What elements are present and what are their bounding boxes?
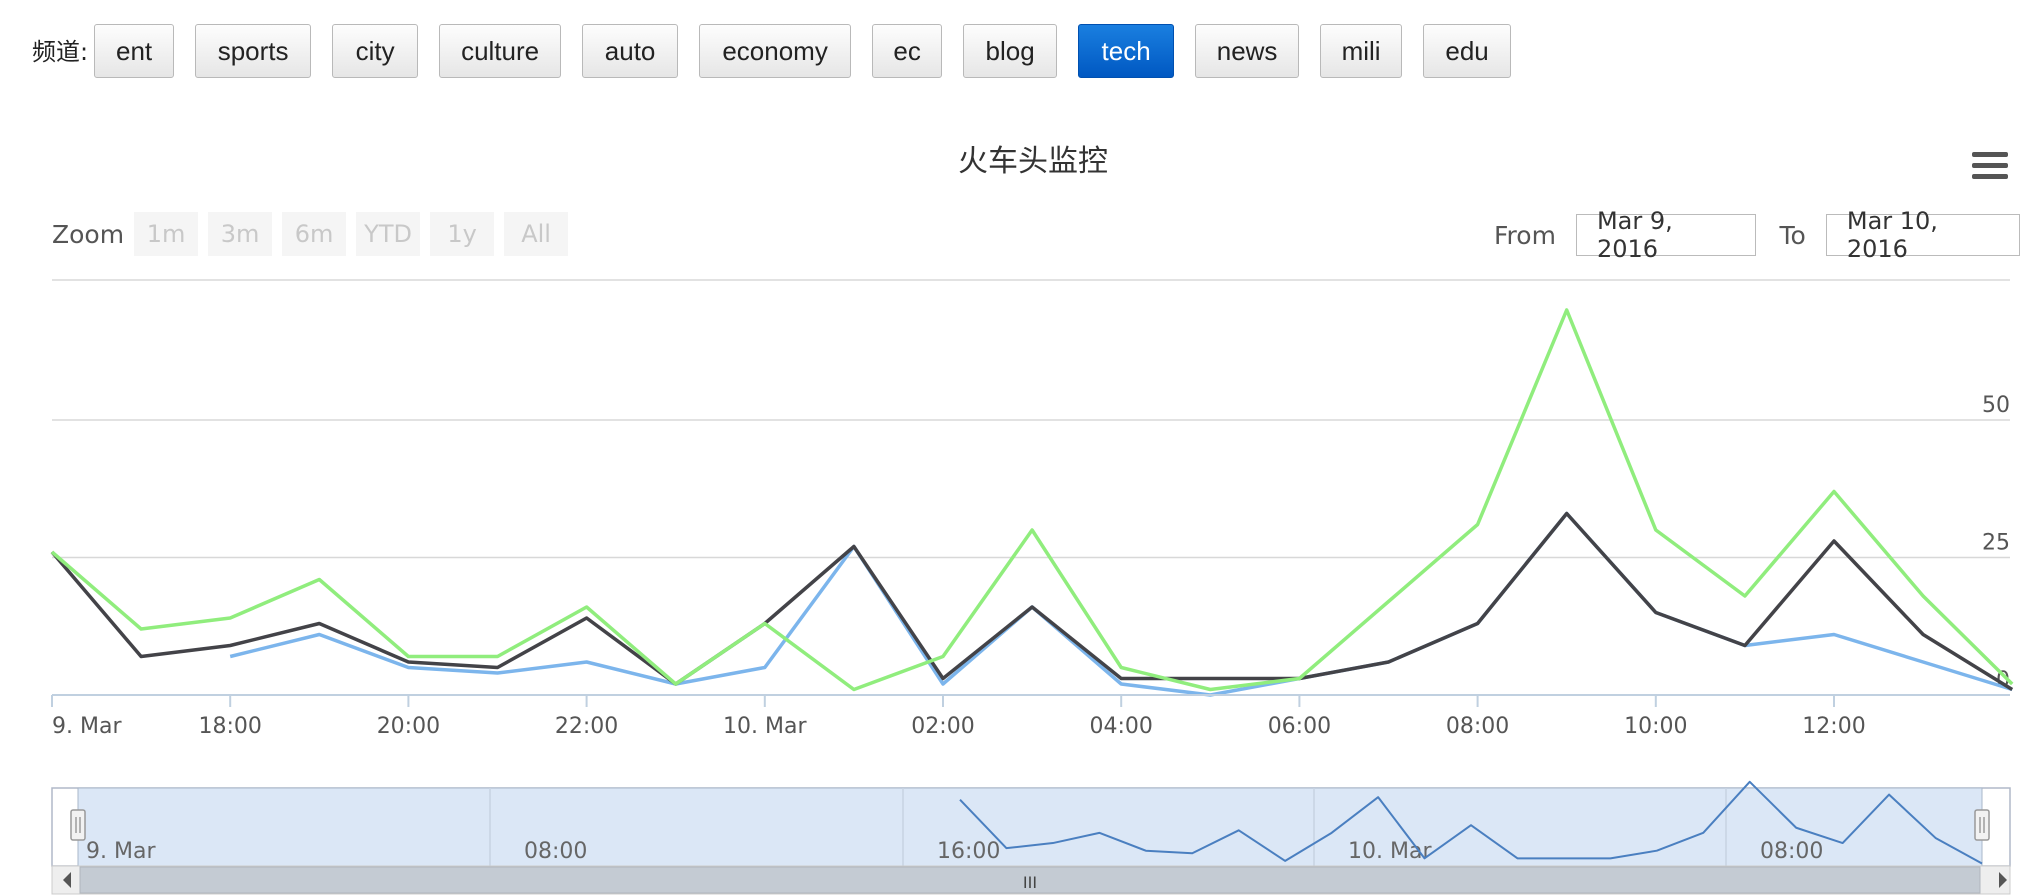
zoom-button-1m[interactable]: 1m bbox=[134, 212, 199, 256]
line-chart: 0 25 50 9. Mar 18:00 20:00 22:00 10. Mar 02:00 0… bbox=[50, 279, 2014, 895]
channel-button-auto[interactable]: auto bbox=[582, 24, 679, 78]
navigator-tick-label: 08:00 bbox=[1760, 839, 1823, 864]
zoom-button-group: 1m 3m 6m YTD 1y All bbox=[134, 212, 578, 256]
navigator-tick-label: 16:00 bbox=[937, 839, 1000, 864]
navigator-tick-label: 10. Mar bbox=[1348, 839, 1432, 864]
series-line-3 bbox=[50, 308, 2014, 692]
x-tick-label: 10. Mar bbox=[723, 714, 807, 739]
from-label: From bbox=[1494, 220, 1556, 250]
navigator: 9. Mar 08:00 16:00 10. Mar 08:00 III bbox=[51, 780, 2011, 895]
grid-lines bbox=[52, 279, 2010, 559]
zoom-selector: Zoom 1m 3m 6m YTD 1y All bbox=[52, 212, 578, 256]
channel-button-tech[interactable]: tech bbox=[1078, 24, 1175, 78]
x-tick-label: 22:00 bbox=[555, 714, 618, 739]
x-tick-label: 06:00 bbox=[1268, 714, 1331, 739]
channel-button-group: ent sports city culture auto economy ec blog tec… bbox=[94, 24, 1532, 78]
channel-button-economy[interactable]: economy bbox=[699, 24, 852, 78]
series-group bbox=[50, 308, 2014, 697]
zoom-button-6m[interactable]: 6m bbox=[282, 212, 347, 256]
y-tick-label: 25 bbox=[1982, 531, 2010, 556]
x-tick-label: 02:00 bbox=[911, 714, 974, 739]
y-tick-label: 50 bbox=[1982, 393, 2010, 418]
series-line-2 bbox=[50, 511, 2014, 691]
date-range-selector: From Mar 9, 2016 To Mar 10, 2016 bbox=[1494, 207, 2020, 263]
navigator-series-line bbox=[959, 780, 1983, 865]
series-line-1 bbox=[229, 511, 2013, 697]
x-tick-label: 12:00 bbox=[1802, 714, 1865, 739]
scrollbar-grip: III bbox=[1023, 873, 1037, 892]
navigator-scrollbar-thumb bbox=[79, 866, 1981, 894]
channel-button-sports[interactable]: sports bbox=[195, 24, 312, 78]
channel-button-blog[interactable]: blog bbox=[963, 24, 1058, 78]
zoom-label: Zoom bbox=[52, 219, 125, 249]
zoom-button-all[interactable]: All bbox=[504, 212, 569, 256]
channel-label: 频道: bbox=[32, 37, 89, 66]
navigator-tick-label: 9. Mar bbox=[86, 839, 156, 864]
x-tick-label: 18:00 bbox=[198, 714, 261, 739]
zoom-button-3m[interactable]: 3m bbox=[208, 212, 273, 256]
x-tick-label: 08:00 bbox=[1446, 714, 1509, 739]
scroll-right-arrow-icon bbox=[1999, 872, 2007, 888]
scroll-left-arrow-icon bbox=[63, 872, 71, 888]
channel-button-city[interactable]: city bbox=[332, 24, 419, 78]
channel-button-ent[interactable]: ent bbox=[94, 24, 175, 78]
zoom-button-ytd[interactable]: YTD bbox=[356, 212, 421, 256]
navigator-right-handle bbox=[1974, 809, 1990, 841]
channel-button-news[interactable]: news bbox=[1195, 24, 1300, 78]
x-tick-label: 20:00 bbox=[377, 714, 440, 739]
to-date-input[interactable]: Mar 10, 2016 bbox=[1825, 207, 2020, 263]
y-tick-label: 0 bbox=[1996, 668, 2010, 693]
navigator-scrollbar-track bbox=[51, 865, 2011, 895]
channel-button-ec[interactable]: ec bbox=[872, 24, 943, 78]
y-axis-ticks: 0 25 50 bbox=[1982, 393, 2010, 693]
x-axis: 9. Mar 18:00 20:00 22:00 10. Mar 02:00 04:00 06… bbox=[51, 694, 2010, 739]
to-label: To bbox=[1779, 220, 1806, 250]
navigator-selected-range bbox=[77, 787, 1983, 867]
navigator-tick-label: 08:00 bbox=[524, 839, 587, 864]
zoom-button-1y[interactable]: 1y bbox=[430, 212, 495, 256]
channel-button-edu[interactable]: edu bbox=[1423, 24, 1512, 78]
channel-bar: 频道: ent sports city culture auto economy ec blo… bbox=[32, 22, 1532, 80]
hamburger-menu-icon[interactable] bbox=[1972, 152, 2008, 184]
navigator-frame bbox=[51, 787, 2011, 867]
x-tick-label: 10:00 bbox=[1624, 714, 1687, 739]
navigator-left-handle bbox=[70, 809, 86, 841]
x-tick-label: 04:00 bbox=[1089, 714, 1152, 739]
channel-button-mili[interactable]: mili bbox=[1320, 24, 1403, 78]
chart-title: 火车头监控 bbox=[958, 144, 1108, 179]
x-tick-label: 9. Mar bbox=[52, 714, 122, 739]
from-date-input[interactable]: Mar 9, 2016 bbox=[1575, 207, 1756, 263]
channel-button-culture[interactable]: culture bbox=[439, 24, 562, 78]
